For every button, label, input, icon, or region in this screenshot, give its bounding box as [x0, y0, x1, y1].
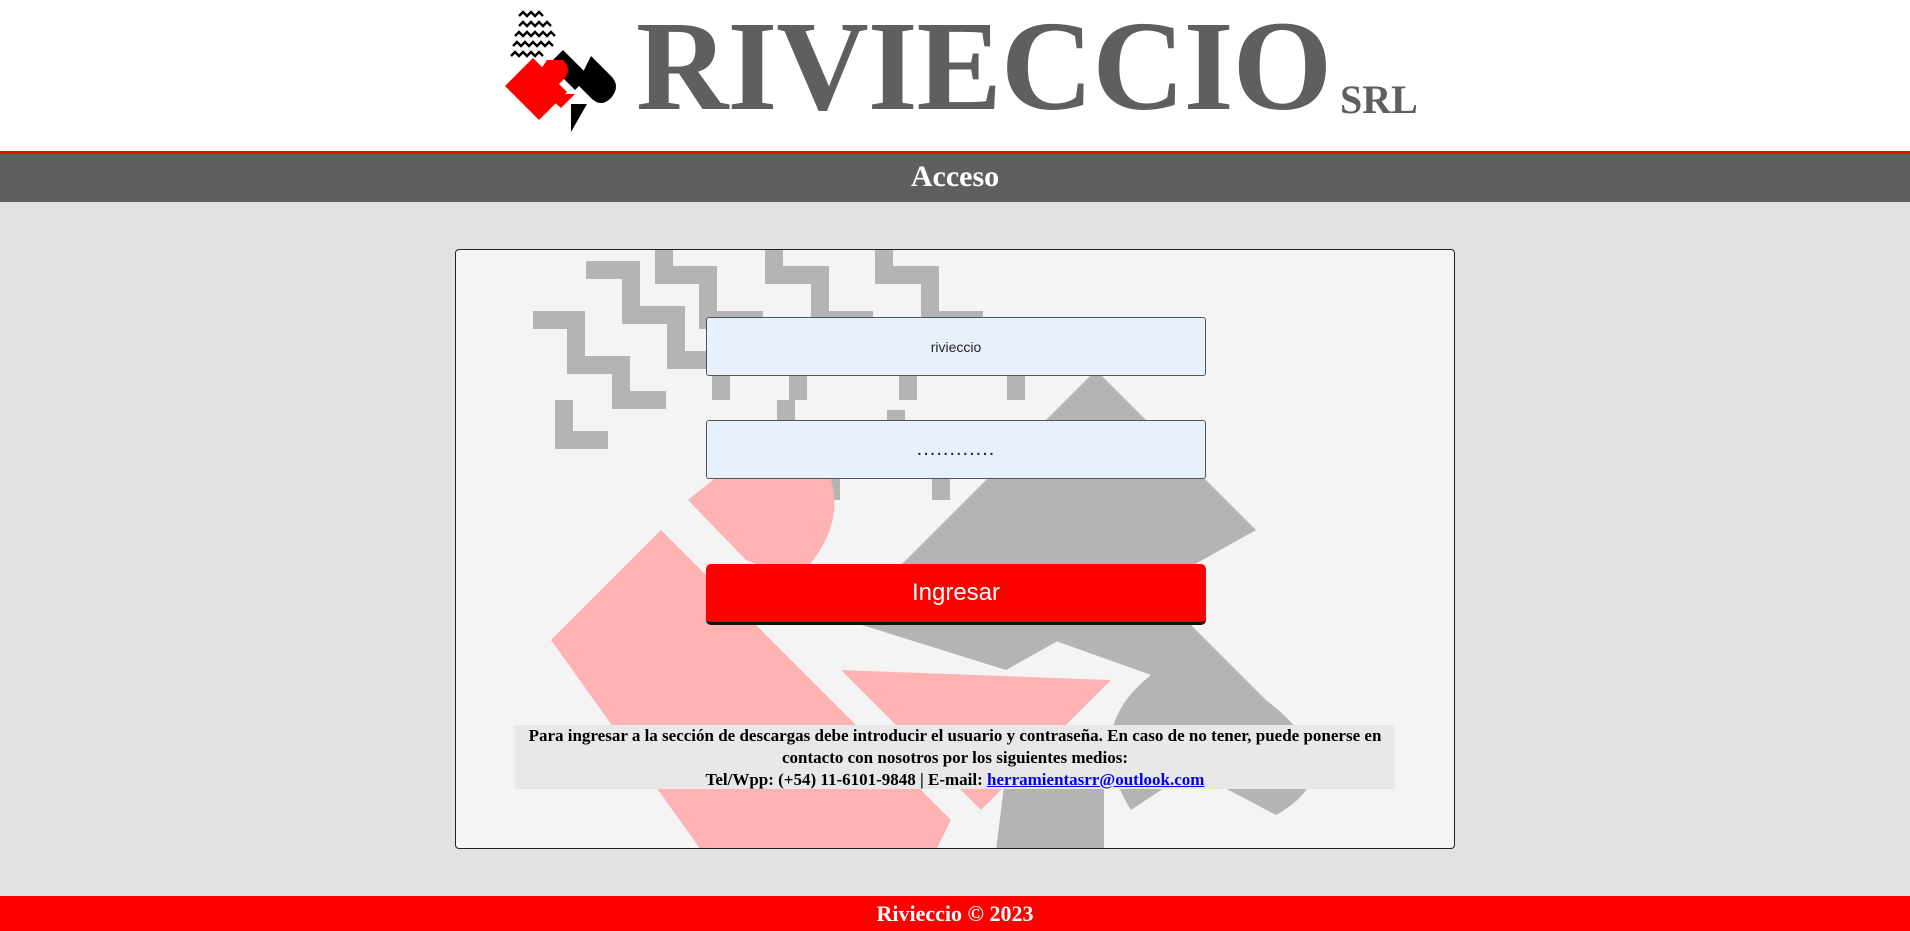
footer-text: Rivieccio © 2023 — [876, 901, 1034, 926]
brand-name: RIVIECCIO — [636, 0, 1332, 137]
login-panel: Ingresar Para ingresar a la sección de d… — [455, 249, 1455, 849]
login-button[interactable]: Ingresar — [706, 564, 1206, 625]
page-title-bar: Acceso — [0, 151, 1910, 202]
site-footer: Rivieccio © 2023 — [0, 896, 1910, 931]
brand-suffix: SRL — [1340, 77, 1418, 122]
contact-details: Tel/Wpp: (+54) 11-6101-9848 | E-mail: — [705, 770, 988, 789]
password-input[interactable] — [706, 420, 1206, 479]
email-link[interactable]: herramientasrr@outlook.com — [987, 770, 1204, 789]
info-message: Para ingresar a la sección de descargas … — [528, 726, 1382, 767]
username-input[interactable] — [706, 317, 1206, 376]
rivieccio-logo-icon — [505, 10, 616, 132]
page-title: Acceso — [910, 160, 1000, 193]
site-header: RIVIECCIO SRL — [0, 0, 1910, 151]
contact-info: Para ingresar a la sección de descargas … — [515, 725, 1395, 789]
